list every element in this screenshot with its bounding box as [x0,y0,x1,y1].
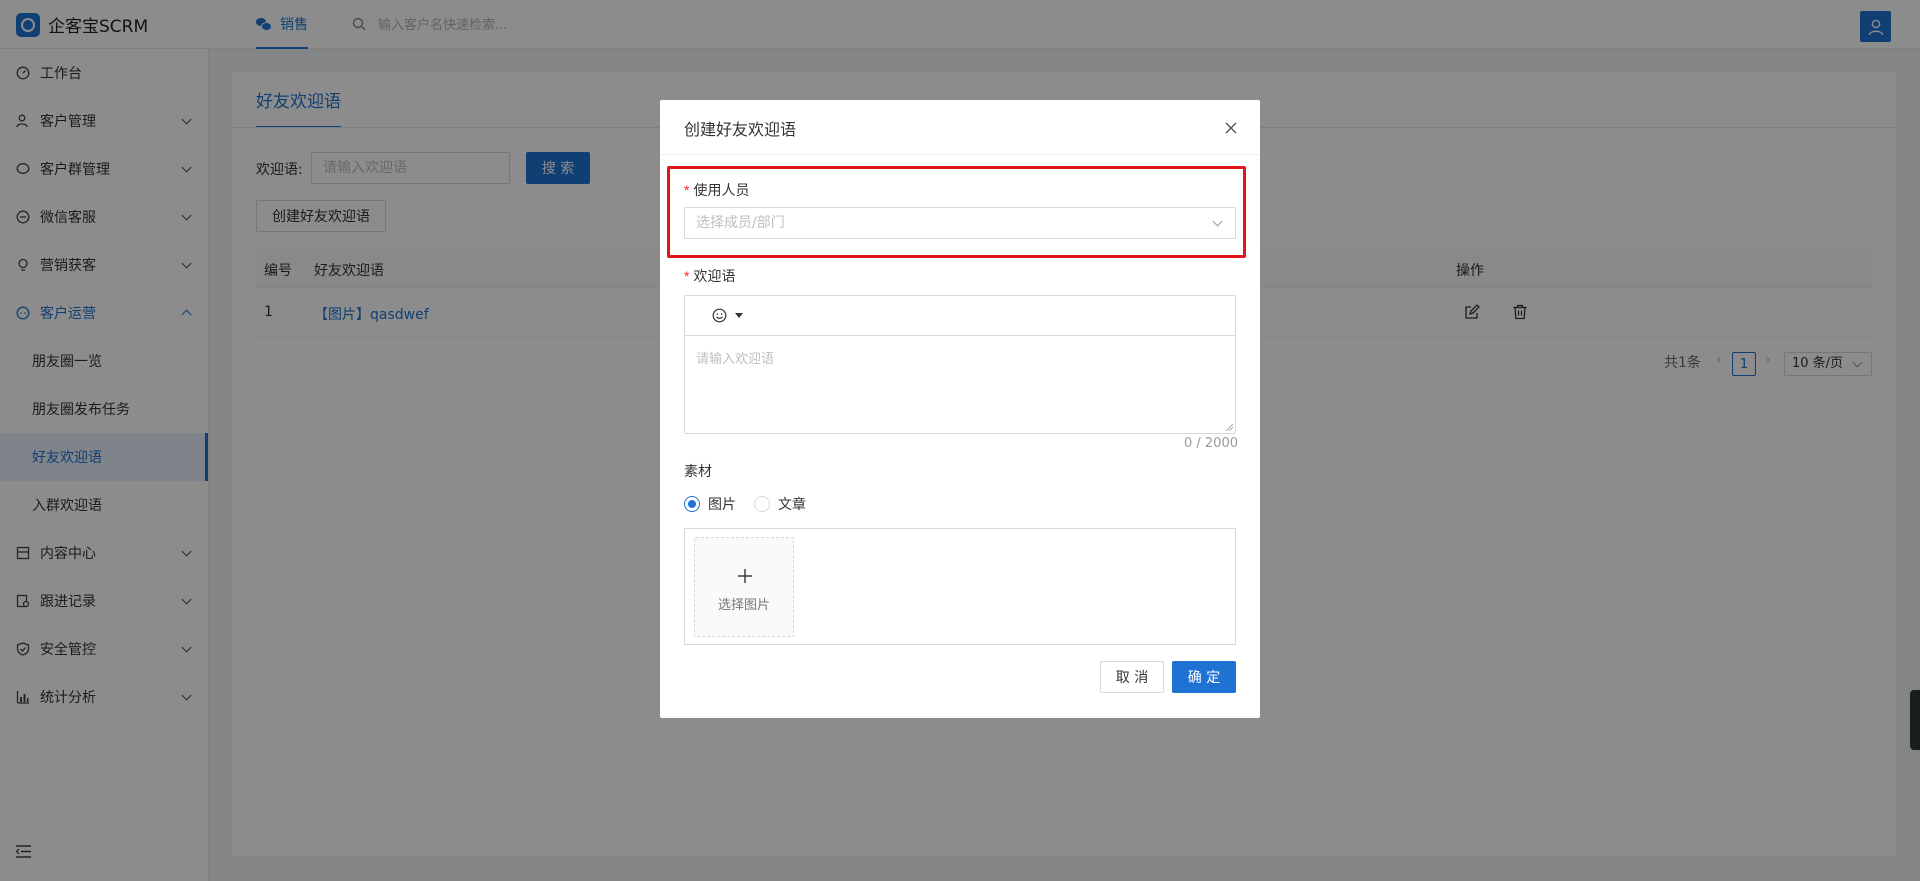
radio-article-label[interactable]: 文章 [778,494,806,514]
user-field-label: * 使用人员 [684,180,749,200]
welcome-field-label: * 欢迎语 [684,266,735,286]
emoji-button[interactable] [712,308,743,323]
material-upload-area: 选择图片 [684,528,1236,645]
char-counter: 0 / 2000 [1184,436,1238,451]
material-label: 素材 [684,464,712,480]
editor-toolbar [685,296,1235,336]
smile-icon [712,308,727,323]
select-placeholder: 选择成员/部门 [696,215,785,231]
radio-article[interactable] [754,496,770,512]
welcome-label-text: 欢迎语 [693,269,736,285]
welcome-textarea-placeholder[interactable]: 请输入欢迎语 [696,348,774,367]
radio-image-label[interactable]: 图片 [708,494,736,514]
material-radio-group: 图片 文章 [684,494,806,514]
resize-handle-icon[interactable] [1225,423,1233,431]
modal-title: 创建好友欢迎语 [684,120,797,139]
confirm-button[interactable]: 确 定 [1172,661,1236,693]
radio-image[interactable] [684,496,700,512]
close-icon[interactable] [1223,120,1239,136]
welcome-editor[interactable]: 请输入欢迎语 [684,295,1236,434]
plus-icon [738,569,752,583]
cancel-button[interactable]: 取 消 [1100,661,1164,693]
user-label-text: 使用人员 [693,183,750,199]
chevron-down-icon [1212,216,1223,227]
caret-down-icon [735,313,743,318]
select-image-button[interactable]: 选择图片 [694,537,794,637]
required-mark: * [684,268,690,284]
create-welcome-modal: 创建好友欢迎语 * 使用人员 选择成员/部门 * 欢迎语 请输入欢迎语 0 / 20… [660,100,1260,718]
member-department-select[interactable]: 选择成员/部门 [684,207,1236,239]
modal-divider [660,154,1260,155]
select-image-label: 选择图片 [717,598,770,613]
required-mark: * [684,182,690,198]
